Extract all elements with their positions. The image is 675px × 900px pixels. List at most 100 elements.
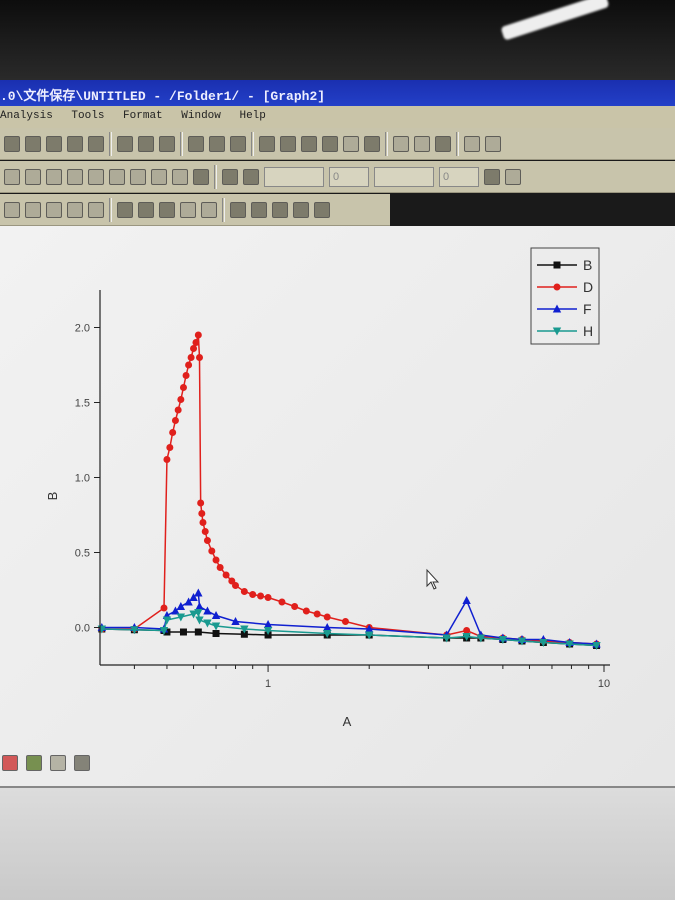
data-point-D bbox=[179, 384, 187, 391]
data-point-D bbox=[216, 564, 224, 571]
x-tick-label: 10 bbox=[598, 678, 610, 690]
line-width-dropdown[interactable]: 0 bbox=[329, 166, 369, 187]
plot-icon[interactable] bbox=[2, 755, 18, 771]
import-multiple-icon[interactable] bbox=[138, 135, 154, 152]
data-point-D bbox=[169, 429, 177, 436]
contour-icon[interactable] bbox=[26, 755, 42, 771]
color-scale-icon[interactable] bbox=[138, 201, 154, 218]
save-icon[interactable] bbox=[67, 135, 83, 152]
graph-window: 0.0 0.5 1.0 1.5 2.0 1 10 A B BDFH bbox=[0, 226, 675, 786]
menu-analysis[interactable]: Analysis bbox=[0, 110, 53, 122]
l-axis-icon[interactable] bbox=[67, 201, 83, 218]
color-icon[interactable] bbox=[364, 135, 380, 152]
merge-icon[interactable] bbox=[272, 201, 288, 218]
y-axis-label: B bbox=[45, 492, 60, 501]
decrease-font-icon[interactable] bbox=[130, 168, 146, 185]
data-point-D bbox=[182, 372, 190, 379]
import-wizard-icon[interactable] bbox=[159, 135, 175, 152]
chart: 0.00.51.01.52.01 10 A B BDFH bbox=[45, 247, 610, 729]
increase-font-icon[interactable] bbox=[109, 168, 125, 185]
legend-label-B: B bbox=[583, 257, 592, 273]
x-axis-label: A bbox=[343, 714, 352, 729]
border-style-dropdown[interactable] bbox=[374, 166, 434, 187]
data-point-D bbox=[198, 510, 206, 517]
refresh-icon[interactable] bbox=[209, 135, 225, 152]
separator bbox=[109, 197, 112, 222]
open-excel-icon[interactable] bbox=[46, 135, 62, 152]
paste-icon[interactable] bbox=[435, 135, 451, 152]
superscript-icon[interactable] bbox=[25, 168, 41, 185]
print-icon[interactable] bbox=[188, 135, 204, 152]
legend-marker-B bbox=[553, 261, 561, 269]
supersubscript-icon[interactable] bbox=[67, 168, 83, 185]
data-point-D bbox=[240, 588, 248, 595]
data-point-D bbox=[174, 406, 182, 414]
rescale-icon[interactable] bbox=[230, 201, 246, 218]
series-line-D bbox=[101, 334, 597, 645]
data-point-D bbox=[232, 582, 240, 589]
import-ascii-icon[interactable] bbox=[117, 135, 133, 152]
data-point-D bbox=[171, 417, 179, 424]
cut-icon[interactable] bbox=[393, 135, 409, 152]
data-point-D bbox=[313, 610, 321, 618]
fill-pattern-icon[interactable] bbox=[172, 168, 188, 185]
subscript-icon[interactable] bbox=[46, 168, 62, 185]
extract-icon[interactable] bbox=[293, 201, 309, 218]
y-tick-label: 0.0 bbox=[75, 623, 90, 635]
menu-format[interactable]: Format bbox=[123, 110, 163, 122]
separator bbox=[222, 197, 225, 222]
window-title-bar: .0\文件保存\UNTITLED - /Folder1/ - [Graph2] bbox=[0, 80, 675, 106]
line-style-dropdown[interactable] bbox=[264, 166, 324, 187]
timestamp-icon[interactable] bbox=[180, 201, 196, 218]
font-color-icon[interactable] bbox=[193, 168, 209, 185]
add-column-icon[interactable] bbox=[464, 135, 480, 152]
new-layer-icon[interactable] bbox=[343, 135, 359, 152]
menu-window[interactable]: Window bbox=[181, 110, 221, 122]
border-width-dropdown[interactable]: 0 bbox=[439, 166, 479, 187]
left-axis-icon[interactable] bbox=[4, 201, 20, 218]
pattern-icon[interactable] bbox=[484, 168, 500, 185]
menu-tools[interactable]: Tools bbox=[71, 110, 104, 122]
data-point-D bbox=[222, 571, 230, 579]
open-template-icon[interactable] bbox=[25, 135, 41, 152]
data-point-D bbox=[463, 627, 471, 634]
underline-icon[interactable] bbox=[4, 168, 20, 185]
layer-icon[interactable] bbox=[159, 201, 175, 218]
menu-help[interactable]: Help bbox=[239, 110, 265, 122]
project-explorer-icon[interactable] bbox=[259, 135, 275, 152]
background-dark bbox=[0, 0, 675, 80]
box-axis-icon[interactable] bbox=[46, 201, 62, 218]
data-point-D bbox=[197, 499, 205, 507]
ungroup-icon[interactable] bbox=[314, 201, 330, 218]
code-builder-icon[interactable] bbox=[322, 135, 338, 152]
script-window-icon[interactable] bbox=[301, 135, 317, 152]
format-toolbar: 0 0 bbox=[0, 161, 675, 193]
copy-icon[interactable] bbox=[414, 135, 430, 152]
table-icon[interactable] bbox=[201, 201, 217, 218]
line-color-icon[interactable] bbox=[243, 168, 259, 185]
mouse-cursor-icon bbox=[426, 568, 440, 590]
data-point-D bbox=[257, 592, 265, 600]
save-template-icon[interactable] bbox=[88, 135, 104, 152]
greek-icon[interactable] bbox=[88, 168, 104, 185]
align-icon[interactable] bbox=[151, 168, 167, 185]
polar-icon[interactable] bbox=[50, 755, 66, 771]
data-point-D bbox=[201, 528, 209, 535]
grid-icon[interactable] bbox=[505, 168, 521, 185]
fill-color-icon[interactable] bbox=[222, 168, 238, 185]
legend-icon[interactable] bbox=[117, 201, 133, 218]
standard-toolbar bbox=[0, 128, 675, 160]
legend[interactable]: BDFH bbox=[530, 247, 600, 345]
add-row-icon[interactable] bbox=[485, 135, 501, 152]
group-icon[interactable] bbox=[251, 201, 267, 218]
y-tick-label: 1.0 bbox=[75, 473, 90, 485]
duplicate-icon[interactable] bbox=[230, 135, 246, 152]
data-point-D bbox=[192, 339, 200, 346]
3d-icon[interactable] bbox=[74, 755, 90, 771]
l-axis-alt-icon[interactable] bbox=[88, 201, 104, 218]
legend-marker-D bbox=[553, 283, 561, 291]
results-log-icon[interactable] bbox=[280, 135, 296, 152]
legend-label-F: F bbox=[583, 301, 592, 317]
bottom-axis-icon[interactable] bbox=[25, 201, 41, 218]
open-icon[interactable] bbox=[4, 135, 20, 152]
